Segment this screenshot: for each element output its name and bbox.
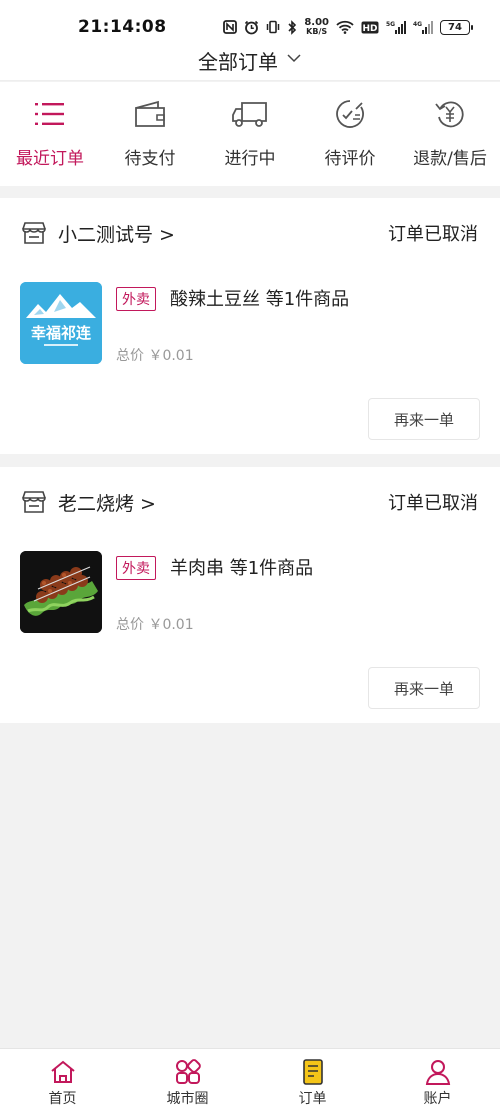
svg-text:5G: 5G <box>386 21 395 28</box>
tab-label: 待评价 <box>324 149 376 169</box>
nav-home[interactable]: 首页 <box>0 1049 125 1116</box>
net-speed: 8.00 KB/S <box>304 18 329 36</box>
svg-text:4G: 4G <box>413 21 422 28</box>
tab-label: 待支付 <box>124 149 176 169</box>
delivery-tag: 外卖 <box>116 287 156 311</box>
tab-label: 进行中 <box>224 149 276 169</box>
chevron-down-icon[interactable] <box>286 53 302 63</box>
shop-name-link[interactable]: 老二烧烤 > <box>58 489 156 516</box>
signal-4g-icon: 4G <box>413 20 433 34</box>
account-icon <box>425 1060 450 1085</box>
alarm-icon <box>245 20 259 34</box>
nav-label: 首页 <box>48 1091 77 1107</box>
tab-to-review[interactable]: 待评价 <box>300 82 400 186</box>
list-icon <box>35 103 64 125</box>
home-icon <box>50 1060 75 1083</box>
reorder-button[interactable]: 再来一单 <box>368 667 480 709</box>
order-card-header: 老二烧烤 > 订单已取消 <box>20 487 480 517</box>
order-card-header: 小二测试号 > 订单已取消 <box>20 218 480 248</box>
product-thumbnail[interactable] <box>20 551 102 633</box>
nav-label: 城市圈 <box>166 1091 209 1107</box>
vibrate-icon <box>267 20 280 34</box>
shop-name-link[interactable]: 小二测试号 > <box>58 220 175 247</box>
nfc-icon <box>223 20 238 34</box>
order-total-price: 总价 ￥0.01 <box>116 348 194 364</box>
tab-refund-aftersales[interactable]: 退款/售后 <box>400 82 500 186</box>
nav-account[interactable]: 账户 <box>375 1049 500 1116</box>
hd-icon: HD <box>361 21 379 34</box>
nav-label: 订单 <box>298 1091 327 1107</box>
status-bar: 21:14:08 8.00 KB/S HD 5G 4G 74 <box>0 0 500 40</box>
net-speed-unit: KB/S <box>306 27 328 36</box>
refund-icon <box>435 101 464 128</box>
city-circle-icon <box>175 1059 201 1084</box>
order-tabs: 最近订单 待支付 进行中 待评价 退款/售后 <box>0 82 500 186</box>
svg-text:HD: HD <box>362 24 377 34</box>
battery-icon: 74 <box>440 19 473 35</box>
kebab-photo-image <box>20 551 102 633</box>
nav-label: 账户 <box>423 1091 452 1107</box>
orders-icon <box>302 1059 323 1085</box>
order-total-price: 总价 ￥0.01 <box>116 617 194 633</box>
order-item-title: 酸辣土豆丝 等1件商品 <box>170 289 350 310</box>
wifi-icon <box>336 20 354 34</box>
header: 全部订单 <box>0 40 500 81</box>
signal-5g-icon: 5G <box>386 20 406 34</box>
tab-pending-payment[interactable]: 待支付 <box>100 82 200 186</box>
order-status: 订单已取消 <box>388 493 478 514</box>
wallet-icon <box>135 100 165 127</box>
order-item-title: 羊肉串 等1件商品 <box>170 558 314 579</box>
bluetooth-icon <box>288 19 297 35</box>
review-icon <box>336 100 364 128</box>
product-thumbnail[interactable]: 幸福祁连 <box>20 282 102 364</box>
reorder-button[interactable]: 再来一单 <box>368 398 480 440</box>
bottom-nav: 首页 城市圈 订单 账户 <box>0 1048 500 1116</box>
shop-icon <box>22 491 46 513</box>
status-time: 21:14:08 <box>78 17 167 37</box>
shop-icon <box>22 222 46 244</box>
tab-in-progress[interactable]: 进行中 <box>200 82 300 186</box>
tab-recent-orders[interactable]: 最近订单 <box>0 82 100 186</box>
order-status: 订单已取消 <box>388 224 478 245</box>
delivery-tag: 外卖 <box>116 556 156 580</box>
nav-city-circle[interactable]: 城市圈 <box>125 1049 250 1116</box>
nav-orders[interactable]: 订单 <box>250 1049 375 1116</box>
order-card[interactable]: 小二测试号 > 订单已取消 幸福祁连 外卖 酸辣土豆丝 等1件商品 总价 ￥0.… <box>0 198 500 454</box>
mountain-logo-image: 幸福祁连 <box>20 282 102 364</box>
tab-label: 退款/售后 <box>413 149 487 169</box>
tab-label: 最近订单 <box>16 149 84 169</box>
thumbnail-text: 幸福祁连 <box>31 324 92 342</box>
order-card[interactable]: 老二烧烤 > 订单已取消 外卖 羊肉串 等1件商品 总价 ￥0.01 再来一单 <box>0 467 500 723</box>
battery-level: 74 <box>448 21 462 33</box>
order-filter-title[interactable]: 全部订单 <box>198 46 278 75</box>
status-icons: 8.00 KB/S HD 5G 4G 74 <box>223 18 473 36</box>
truck-icon <box>232 102 267 127</box>
